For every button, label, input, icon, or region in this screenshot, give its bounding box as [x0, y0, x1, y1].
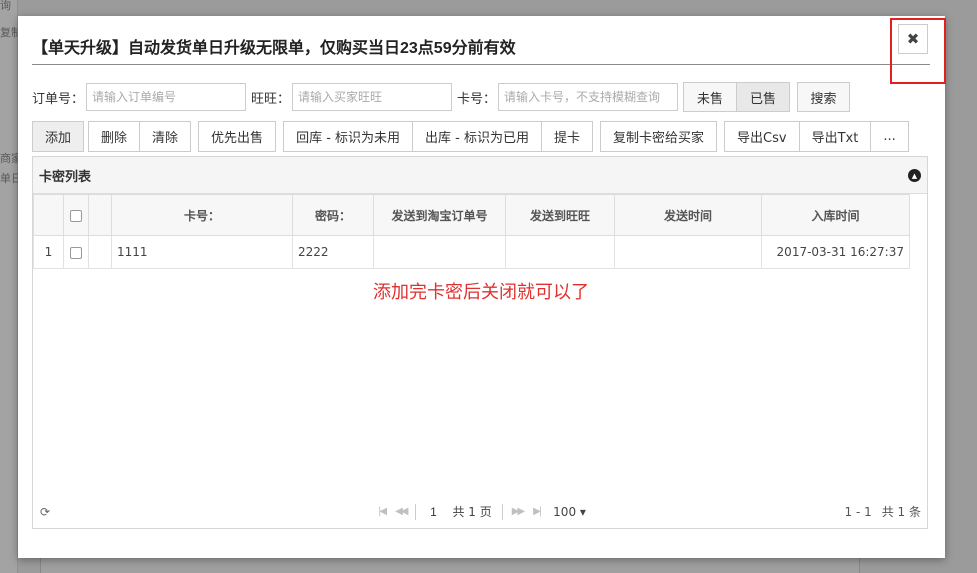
- card-label: 卡号：: [457, 91, 497, 107]
- priority-sell-button[interactable]: 优先出售: [198, 121, 277, 152]
- copy-to-buyer-button[interactable]: 复制卡密给买家: [600, 121, 718, 152]
- export-csv-button[interactable]: 导出Csv: [724, 121, 800, 152]
- next-page-icon[interactable]: ▶▶: [512, 506, 525, 517]
- order-label: 订单号：: [32, 91, 85, 107]
- spacer-header: [88, 194, 112, 236]
- select-all-checkbox[interactable]: [70, 209, 82, 222]
- card-grid-panel: 卡密列表 ▲ 卡号： 密码： 发送到淘宝订单号 发送到旺旺 发送时间 入库时间 …: [32, 156, 928, 529]
- wangwang-cell: [505, 235, 615, 269]
- background-cell: 商家: [0, 152, 18, 165]
- page-size-select[interactable]: 100 ▾: [553, 505, 586, 519]
- card-dialog: 【单天升级】自动发货单日升级无限单，仅购买当日23点59分前有效 ✖ 订单号： …: [18, 16, 946, 558]
- row-number-header: [33, 194, 64, 236]
- background-cell: 询: [0, 0, 11, 12]
- record-total: 共 1 条: [881, 505, 921, 519]
- column-header-password[interactable]: 密码：: [292, 194, 374, 236]
- background-cell: 单日: [0, 172, 18, 185]
- sold-toggle[interactable]: 已售: [736, 82, 791, 112]
- collapse-icon[interactable]: ▲: [908, 169, 921, 182]
- wangwang-label: 旺旺：: [251, 91, 291, 107]
- search-bar: 订单号： 旺旺： 卡号： 未售 已售 搜索: [32, 82, 851, 112]
- spacer-cell: [88, 235, 112, 269]
- password-cell: 2222: [292, 235, 374, 269]
- dialog-title: 【单天升级】自动发货单日升级无限单，仅购买当日23点59分前有效: [32, 40, 516, 57]
- column-header-card[interactable]: 卡号：: [111, 194, 293, 236]
- close-icon: ✖: [906, 30, 920, 48]
- table-row[interactable]: 1 1111 2222 2017-03-31 16:27:37: [33, 235, 910, 269]
- clear-button[interactable]: 清除: [139, 121, 192, 152]
- column-header-stock-time[interactable]: 入库时间: [761, 194, 910, 236]
- grid-title: 卡密列表: [39, 169, 92, 185]
- pager-bar: ⟳ |◀ ◀◀ 共 1 页 ▶▶ ▶| 100 ▾ 1 - 1 共 1 条: [33, 495, 927, 528]
- refresh-icon[interactable]: ⟳: [40, 505, 50, 519]
- add-button[interactable]: 添加: [32, 121, 85, 152]
- first-page-icon[interactable]: |◀: [378, 506, 387, 517]
- instruction-annotation: 添加完卡密后关闭就可以了: [373, 282, 589, 303]
- action-toolbar: 添加 删除 清除 优先出售 回库 - 标识为未用 出库 - 标识为已用 提卡 复…: [32, 121, 909, 152]
- close-button[interactable]: ✖: [898, 24, 928, 54]
- background-cell: 复制: [0, 26, 18, 39]
- pager-divider: [501, 503, 503, 520]
- order-input[interactable]: [86, 83, 247, 111]
- row-select-cell: [63, 235, 89, 269]
- card-number-cell: 1111: [111, 235, 293, 269]
- more-button[interactable]: ...: [870, 121, 909, 152]
- wangwang-input[interactable]: [292, 83, 453, 111]
- grid-header: 卡密列表 ▲: [33, 157, 927, 194]
- column-header-send-time[interactable]: 发送时间: [614, 194, 762, 236]
- total-pages: 共 1 页: [452, 505, 492, 519]
- row-checkbox[interactable]: [70, 246, 82, 259]
- out-used-button[interactable]: 出库 - 标识为已用: [412, 121, 542, 152]
- prev-page-icon[interactable]: ◀◀: [395, 506, 408, 517]
- record-range: 1 - 1: [844, 504, 872, 519]
- taobao-order-cell: [373, 235, 506, 269]
- unsold-toggle[interactable]: 未售: [683, 82, 738, 112]
- pager-divider: [415, 503, 417, 520]
- row-number: 1: [33, 235, 64, 269]
- select-all-cell: [63, 194, 89, 236]
- pager-nav: |◀ ◀◀ 共 1 页 ▶▶ ▶| 100 ▾: [373, 495, 586, 528]
- search-button[interactable]: 搜索: [797, 82, 851, 112]
- export-txt-button[interactable]: 导出Txt: [798, 121, 872, 152]
- card-input[interactable]: [498, 83, 679, 111]
- card-table: 卡号： 密码： 发送到淘宝订单号 发送到旺旺 发送时间 入库时间 1 1111 …: [33, 194, 910, 269]
- title-divider: [32, 64, 930, 65]
- column-header-wangwang[interactable]: 发送到旺旺: [505, 194, 615, 236]
- column-header-taobao-order[interactable]: 发送到淘宝订单号: [373, 194, 506, 236]
- background-column: [0, 0, 18, 573]
- last-page-icon[interactable]: ▶|: [533, 506, 542, 517]
- send-time-cell: [614, 235, 762, 269]
- page-number-input[interactable]: [420, 501, 447, 522]
- pager-info: 1 - 1 共 1 条: [845, 495, 922, 528]
- return-unused-button[interactable]: 回库 - 标识为未用: [283, 121, 414, 152]
- extract-card-button[interactable]: 提卡: [541, 121, 594, 152]
- stock-time-cell: 2017-03-31 16:27:37: [761, 235, 910, 269]
- delete-button[interactable]: 删除: [88, 121, 141, 152]
- table-header-row: 卡号： 密码： 发送到淘宝订单号 发送到旺旺 发送时间 入库时间: [33, 194, 910, 236]
